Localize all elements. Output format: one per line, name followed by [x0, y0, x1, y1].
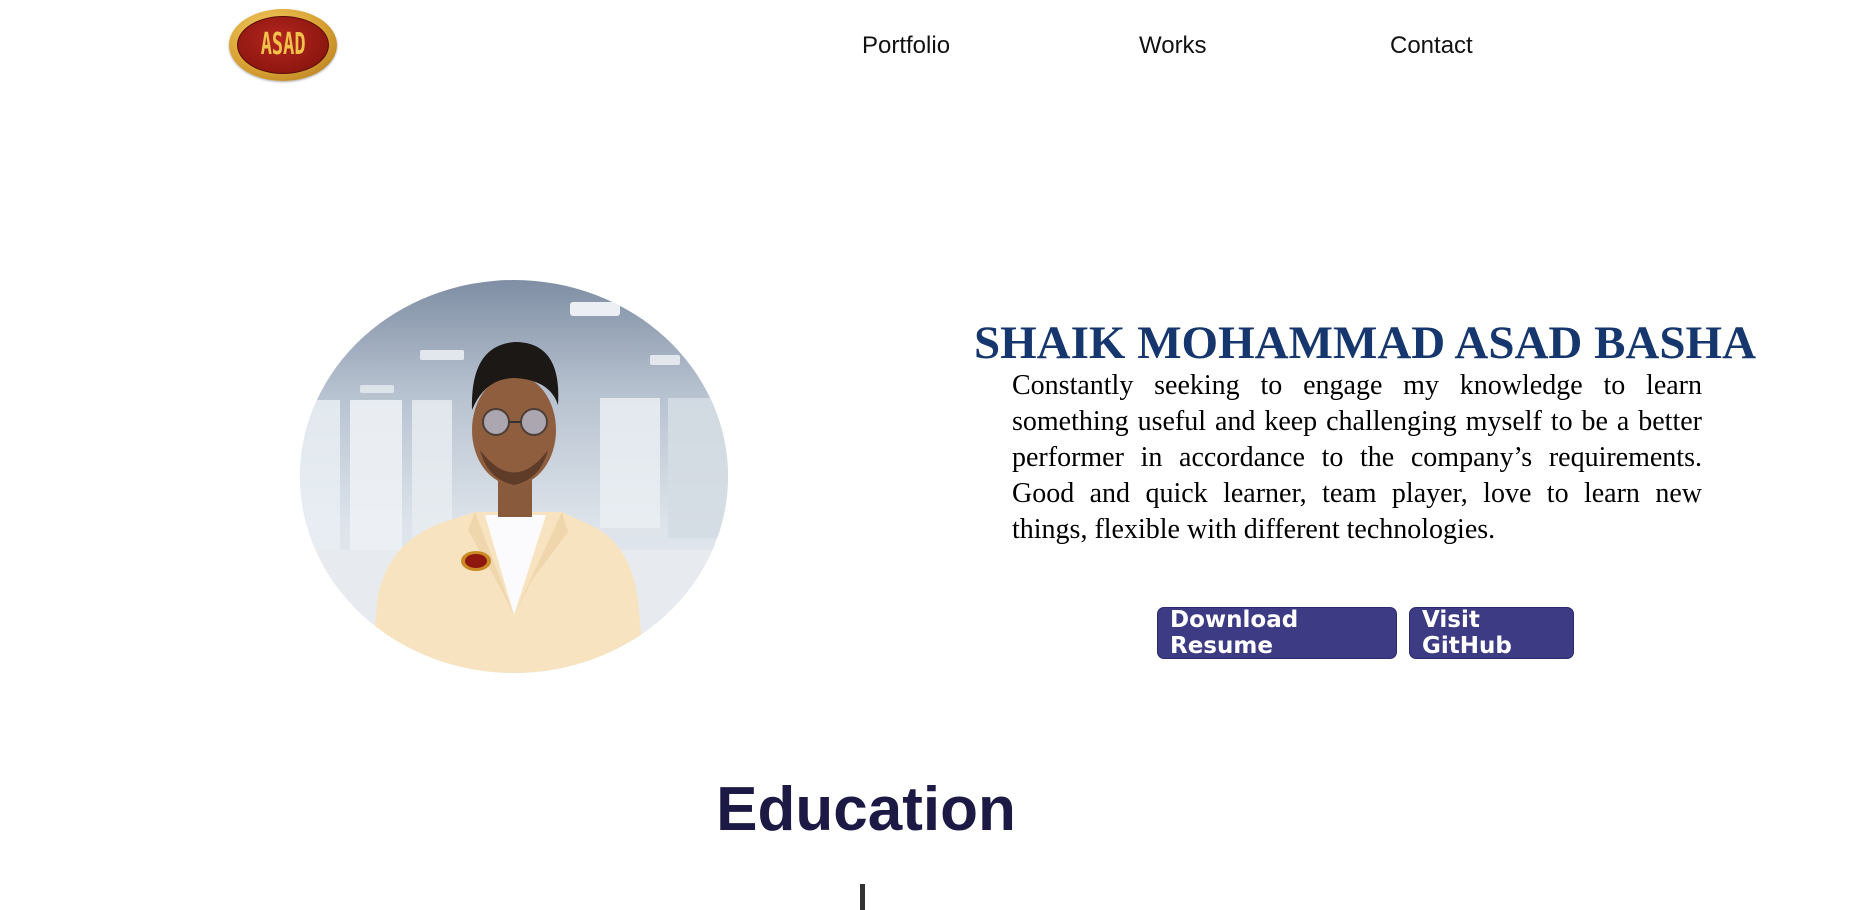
logo-text: ASAD [260, 27, 306, 62]
portfolio-page: ASAD Portfolio Works Contact SHAIK MOHAM… [0, 0, 1873, 910]
profile-illustration [300, 302, 728, 673]
timeline-line [860, 884, 865, 910]
site-logo[interactable]: ASAD [229, 9, 337, 81]
nav-link-works[interactable]: Works [1139, 32, 1207, 60]
hero-bio: Constantly seeking to engage my knowledg… [1012, 370, 1702, 545]
hero-name: SHAIK MOHAMMAD ASAD BASHA [973, 317, 1757, 369]
profile-photo [300, 280, 728, 673]
download-resume-button[interactable]: Download Resume [1157, 607, 1397, 659]
nav-link-portfolio[interactable]: Portfolio [862, 32, 950, 60]
nav-link-contact[interactable]: Contact [1390, 32, 1473, 60]
visit-github-button[interactable]: Visit GitHub [1409, 607, 1574, 659]
education-heading: Education [716, 775, 1016, 844]
logo-emblem: ASAD [237, 16, 329, 74]
